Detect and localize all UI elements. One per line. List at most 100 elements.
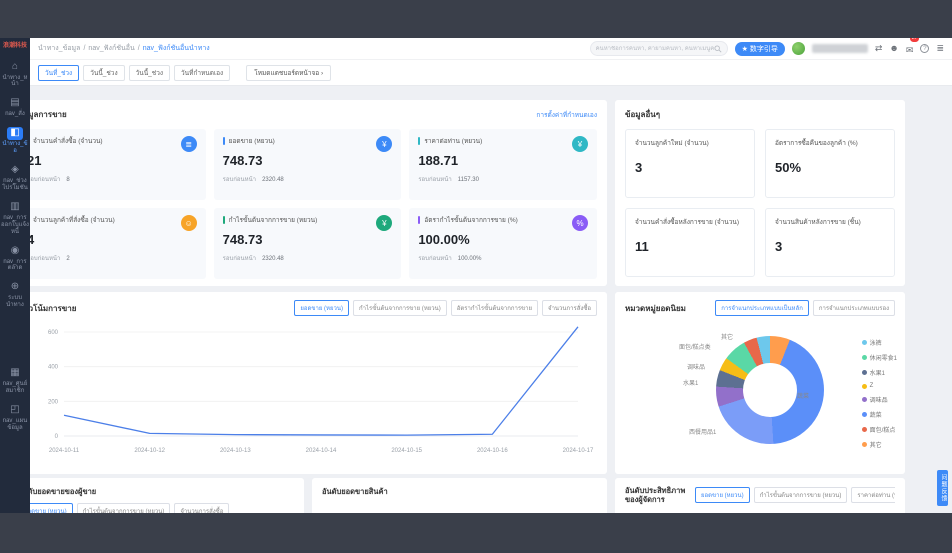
dashboard-mode-button[interactable]: โหมดแดชบอร์ดหน้าจอ › [246,65,331,81]
trend-metric-pill[interactable]: กำไรขั้นต้นจากการขาย (หยวน) [353,300,447,316]
stat-card-gross-margin: อัตรากำไรขั้นต้นจากการขาย (%) % 100.00% … [409,208,597,279]
header-controls: ★数字引导 ⇄ ☻ ✉ 27 ? ≣ [590,40,944,58]
svg-text:400: 400 [48,365,59,371]
legend-item[interactable]: 其它 [862,440,897,449]
manager-metric-pill[interactable]: ราคาต่อท่าน (หยวน) [851,487,895,503]
custom-settings-link[interactable]: การตั้งค่าที่กำหนดเอง [536,110,597,120]
trend-metric-pill[interactable]: อัตรากำไรขั้นต้นจากการขาย [451,300,538,316]
donut-callout: 其它 [721,332,733,341]
svg-text:2024-10-13: 2024-10-13 [220,448,251,454]
sidebar-item-label: นำทาง_ข้อ [1,141,29,155]
svg-text:2024-10-15: 2024-10-15 [391,448,422,454]
menu-icon[interactable]: ≣ [936,44,944,53]
manager-metric-pills: ยอดขาย (หยวน)กำไรขั้นต้นจากการขาย (หยวน)… [691,487,895,503]
legend-item[interactable]: 调味品 [862,395,897,404]
legend-item[interactable]: 休闲零食1 [862,353,897,362]
orders-stat-icon: ≣ [181,136,197,152]
donut-callout: 西餐用品1 [689,427,716,436]
sidebar-item-invoice[interactable]: ▥nav_การออกใบแจ้งหนี้ [0,201,30,236]
legend-item[interactable]: 蔬菜 [862,410,897,419]
stat-previous: รอบก่อนหน้า2320.48 [223,174,393,184]
date-range-tab[interactable]: วันที่_ช่วง [38,65,79,81]
other-data-title: ข้อมูลอื่นๆ [625,108,660,121]
trend-metric-pill[interactable]: ยอดขาย (หยวน) [294,300,349,316]
seller-metric-pill[interactable]: กำไรขั้นต้นจากการขาย (หยวน) [77,503,171,513]
avatar[interactable] [792,42,805,55]
date-range-tab[interactable]: วันนี้_ช่วง [129,65,170,81]
breadcrumb-item[interactable]: นำทาง_ข้อมูล [38,43,80,54]
svg-text:2024-10-12: 2024-10-12 [134,448,165,454]
legend-item[interactable]: 泳裤 [862,338,897,347]
message-icon[interactable]: ✉ [906,45,914,55]
orders-icon: ▤ [7,97,23,110]
customers-stat-icon: ☺ [181,215,197,231]
accent-bar [418,216,420,224]
stat-card-aftersale-items: จำนวนสินค้าหลังการขาย (ชิ้น) 3 [765,208,895,277]
category-type-pills: การจำแนกประเภทแบบเป็นหลักการจำแนกประเภทแ… [711,300,895,316]
sidebar-item-member-center[interactable]: ▦nav_ศูนย์สมาชิก [0,367,30,395]
user-icon[interactable]: ☻ [889,44,898,53]
sidebar-nav: ⌂นำทาง_หน้า ▤nav_สั่ง ◧นำทาง_ข้อ ◈nav_ช่วงโ… [0,52,30,432]
switch-store-icon[interactable]: ⇄ [875,44,883,53]
date-range-tab[interactable]: วันที่กำหนดเอง [174,65,230,81]
date-range-tab[interactable]: วันนี้_ช่วง [83,65,124,81]
stat-label: กำไรขั้นต้นจากการขาย (หยวน) [229,215,318,225]
manager-ranking-title: อันดับประสิทธิภาพของผู้จัดการ [625,486,687,505]
sidebar-item-analytics[interactable]: ◧นำทาง_ข้อ [0,127,30,155]
stat-value: 11 [635,239,745,254]
analytics-icon: ◧ [7,127,23,140]
category-type-pill[interactable]: การจำแนกประเภทแบบรอง [813,300,895,316]
accent-bar [223,137,225,145]
sidebar: 浪潮科技 ⌂นำทาง_หน้า▤nav_สั่ง◧นำทาง_ข้อ◈nav_… [0,38,30,513]
manager-metric-pill[interactable]: ยอดขาย (หยวน) [695,487,750,503]
sidebar-item-promotion[interactable]: ◈nav_ช่วงโปรโมชัน [0,164,30,192]
seller-ranking-card: อันดับยอดขายของผู้ขาย ยอดขาย (หยวน)กำไรข… [8,478,304,513]
legend-item[interactable]: 水果1 [862,368,897,377]
date-range-tabbar: วันที่_ช่วงวันนี้_ช่วงวันนี้_ช่วงวันที่ก… [30,60,952,86]
legend-item[interactable]: 面包/糕点 [862,425,897,434]
search-input[interactable] [596,46,714,52]
stat-card-per-customer: ราคาต่อท่าน (หยวน) ¥ 188.71 รอบก่อนหน้า1… [409,129,597,200]
system-icon: ⊕ [7,281,23,294]
stat-card-gross-profit: กำไรขั้นต้นจากการขาย (หยวน) ¥ 748.73 รอบ… [214,208,402,279]
svg-text:0: 0 [55,434,59,440]
breadcrumb-item[interactable]: nav_ฟังก์ชันอื่นนำทาง [143,43,210,54]
sidebar-item-system[interactable]: ⊕ระบบนำทาง [0,281,30,309]
feedback-badge[interactable]: 问题反馈 [937,470,948,506]
stat-label: จำนวนคำสั่งซื้อหลังการขาย (จำนวน) [635,217,745,227]
svg-text:2024-10-14: 2024-10-14 [306,448,337,454]
star-icon: ★ [742,45,748,53]
seller-ranking-title: อันดับยอดขายของผู้ขาย [18,486,294,498]
sidebar-item-marketing[interactable]: ◉nav_การตลาด [0,245,30,273]
help-icon[interactable]: ? [920,44,929,53]
trend-metric-pill[interactable]: จำนวนการสั่งซื้อ [542,300,597,316]
category-type-pill[interactable]: การจำแนกประเภทแบบเป็นหลัก [715,300,809,316]
stat-value: 748.73 [223,153,393,168]
legend-color-dot [862,442,867,447]
sidebar-item-label: nav_การตลาด [1,259,29,273]
stat-previous: รอบก่อนหน้า8 [27,174,197,184]
legend-item[interactable]: Z [862,383,897,389]
message-icon-wrap[interactable]: ✉ 27 [906,40,914,58]
seller-metric-pill[interactable]: จำนวนการสั่งซื้อ [174,503,229,513]
popular-categories-card: หมวดหมู่ยอดนิยม การจำแนกประเภทแบบเป็นหลั… [615,292,905,474]
search-icon [714,45,722,53]
sales-stats-grid: จำนวนคำสั่งซื้อ (จำนวน) ≣ 21 รอบก่อนหน้า… [18,129,597,279]
digital-guide-button[interactable]: ★数字引导 [735,42,785,56]
legend-label: 调味品 [870,395,888,404]
sidebar-item-home[interactable]: ⌂นำทาง_หน้า [0,61,30,89]
popular-categories-title: หมวดหมู่ยอดนิยม [625,302,686,315]
legend-color-dot [862,384,867,389]
legend-label: 泳裤 [870,338,882,347]
stat-label: จำนวนสินค้าหลังการขาย (ชิ้น) [775,217,885,227]
breadcrumb-item[interactable]: nav_ฟังก์ชันอื่น [88,43,134,54]
sidebar-item-data-plan[interactable]: ◰nav_แผนข้อมูล [0,404,30,432]
stat-label: ราคาต่อท่าน (หยวน) [424,136,482,146]
margin-stat-icon: % [572,215,588,231]
legend-label: 水果1 [870,368,885,377]
global-search[interactable] [590,41,728,56]
manager-metric-pill[interactable]: กำไรขั้นต้นจากการขาย (หยวน) [754,487,848,503]
stat-previous: รอบก่อนหน้า1157.30 [418,174,588,184]
legend-color-dot [862,340,867,345]
sidebar-item-orders[interactable]: ▤nav_สั่ง [0,97,30,118]
